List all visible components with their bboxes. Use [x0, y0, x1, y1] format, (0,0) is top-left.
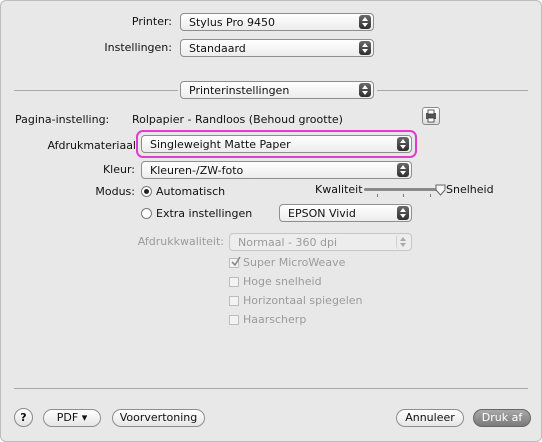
popup-arrows-icon	[359, 15, 371, 29]
check-icon	[231, 256, 241, 267]
popup-arrows-icon	[396, 235, 409, 249]
option-checkbox-super-microweave[interactable]	[229, 256, 241, 268]
slider-track	[364, 188, 444, 191]
page-setup-info-button[interactable]	[422, 107, 440, 125]
preview-button[interactable]: Voorvertoning	[112, 409, 205, 427]
option-checkbox-horizontaal-spiegelen[interactable]	[229, 296, 239, 306]
separator-right	[377, 90, 528, 91]
popup-arrows-icon	[397, 137, 409, 151]
presets-label: Instellingen:	[104, 41, 172, 54]
print-button[interactable]: Druk af	[473, 409, 531, 427]
printer-label: Printer:	[131, 15, 172, 28]
mode-advanced-radio[interactable]	[141, 208, 152, 219]
media-popup[interactable]: Singleweight Matte Paper	[141, 135, 412, 153]
printer-value: Stylus Pro 9450	[189, 16, 276, 29]
color-mode-popup[interactable]: EPSON Vivid	[279, 204, 412, 222]
print-quality-popup[interactable]: Normaal - 360 dpi	[229, 233, 412, 251]
quality-speed-slider[interactable]	[364, 184, 449, 199]
color-value: Kleuren-/ZW-foto	[150, 164, 244, 177]
popup-arrows-icon	[397, 163, 409, 177]
option-checkbox-hoge-snelheid[interactable]	[229, 277, 239, 287]
slider-thumb-icon[interactable]	[435, 184, 446, 196]
print-dialog: Printer: Stylus Pro 9450 Instellingen: S…	[0, 0, 542, 442]
mode-label: Modus:	[95, 185, 135, 198]
page-setup-label: Pagina-instelling:	[15, 113, 110, 126]
quality-label: Kwaliteit	[315, 183, 363, 196]
option-label: Horizontaal spiegelen	[243, 294, 363, 307]
help-icon: ?	[20, 411, 27, 424]
help-button[interactable]: ?	[14, 408, 33, 427]
presets-value: Standaard	[189, 42, 246, 55]
media-label: Afdrukmateriaal	[47, 139, 136, 152]
pdf-button[interactable]: PDF ▾	[43, 409, 101, 427]
footer-separator	[14, 388, 528, 389]
cancel-button[interactable]: Annuleer	[396, 409, 464, 427]
print-quality-value: Normaal - 360 dpi	[238, 236, 338, 249]
color-popup[interactable]: Kleuren-/ZW-foto	[141, 161, 412, 179]
mode-auto-label[interactable]: Automatisch	[156, 185, 225, 199]
popup-arrows-icon	[359, 41, 371, 55]
printer-popup[interactable]: Stylus Pro 9450	[180, 13, 374, 31]
page-setup-value: Rolpapier - Randloos (Behoud grootte)	[132, 113, 343, 126]
popup-arrows-icon	[397, 206, 409, 220]
popup-arrows-icon	[359, 83, 371, 97]
media-value: Singleweight Matte Paper	[150, 138, 291, 151]
mode-auto-radio[interactable]	[141, 186, 152, 197]
printer-info-icon	[426, 109, 436, 123]
speed-label: Snelheid	[446, 183, 494, 196]
color-mode-value: EPSON Vivid	[288, 207, 356, 220]
slider-tick	[430, 194, 431, 197]
panel-value: Printerinstellingen	[189, 84, 290, 97]
panel-popup[interactable]: Printerinstellingen	[180, 81, 374, 99]
slider-tick	[403, 194, 404, 197]
separator-left	[14, 90, 178, 91]
color-label: Kleur:	[102, 163, 135, 176]
option-checkbox-haarscherp[interactable]	[229, 315, 239, 325]
presets-popup[interactable]: Standaard	[180, 39, 374, 57]
option-label: Haarscherp	[243, 313, 307, 326]
option-label: Hoge snelheid	[243, 275, 322, 288]
slider-tick	[377, 194, 378, 197]
mode-advanced-label[interactable]: Extra instellingen	[156, 207, 252, 221]
print-quality-label: Afdrukkwaliteit:	[137, 235, 224, 248]
option-label: Super MicroWeave	[243, 256, 346, 269]
